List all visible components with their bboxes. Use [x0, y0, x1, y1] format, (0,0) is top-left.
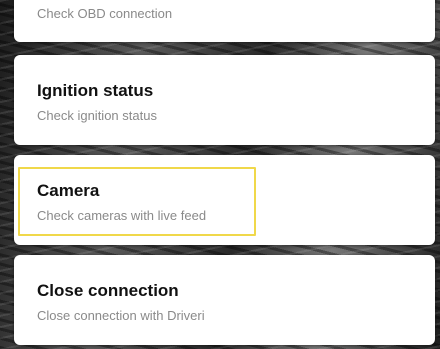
menu-card-camera[interactable]: Camera Check cameras with live feed — [14, 155, 435, 245]
card-subtitle: Check ignition status — [37, 108, 157, 123]
focus-highlight — [18, 167, 256, 236]
card-title: Close connection — [37, 281, 179, 300]
card-subtitle: Check OBD connection — [37, 6, 173, 21]
card-title: Ignition status — [37, 81, 154, 100]
card-title: Camera — [37, 181, 100, 200]
menu-card-obd-connection[interactable]: Check OBD connection — [14, 0, 435, 42]
card-subtitle: Close connection with Driveri — [37, 308, 205, 323]
menu-card-close-connection[interactable]: Close connection Close connection with D… — [14, 255, 435, 345]
card-subtitle: Check cameras with live feed — [37, 208, 207, 223]
menu-card-ignition-status[interactable]: Ignition status Check ignition status — [14, 55, 435, 145]
